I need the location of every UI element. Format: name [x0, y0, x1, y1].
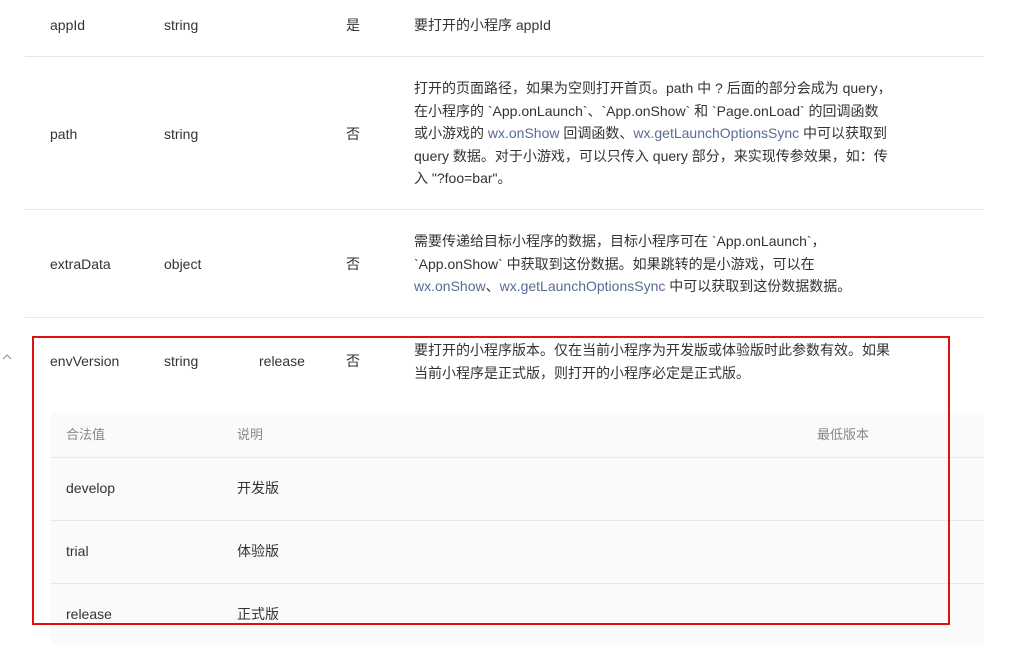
table-row-appid: appId string 是 要打开的小程序 appId [25, 0, 984, 57]
api-link-getlaunchoptionssync[interactable]: wx.getLaunchOptionsSync [633, 125, 799, 141]
header-desc: 说明 [237, 427, 264, 442]
enum-values-table: 合法值 说明 最低版本 develop 开发版 trial 体验版 releas… [50, 413, 984, 645]
api-link-getlaunchoptionssync[interactable]: wx.getLaunchOptionsSync [500, 278, 666, 294]
param-required: 否 [346, 256, 360, 272]
param-required: 否 [346, 126, 360, 142]
desc-text: 中可以获取到这份数据数据。 [665, 278, 852, 294]
param-type: string [164, 353, 199, 369]
desc-text: 、 [485, 278, 500, 294]
chevron-up-icon[interactable] [2, 351, 12, 365]
api-link-onshow[interactable]: wx.onShow [414, 278, 486, 294]
enum-table-header: 合法值 说明 最低版本 [50, 413, 984, 458]
param-type: string [164, 126, 199, 142]
header-value: 合法值 [66, 427, 106, 442]
enum-desc: 开发版 [237, 480, 279, 496]
param-desc: 要打开的小程序 appId [414, 17, 551, 33]
enum-desc: 体验版 [237, 543, 279, 559]
param-required: 否 [346, 353, 360, 369]
param-desc: 需要传递给目标小程序的数据，目标小程序可在 `App.onLaunch`，`Ap… [414, 230, 892, 298]
table-row: release 正式版 [50, 583, 984, 645]
param-desc: 要打开的小程序版本。仅在当前小程序为开发版或体验版时此参数有效。如果当前小程序是… [414, 342, 890, 381]
param-default: release [259, 353, 305, 369]
table-row: develop 开发版 [50, 457, 984, 521]
param-required: 是 [346, 17, 360, 33]
enum-value: develop [66, 480, 116, 496]
table-row-extradata: extraData object 否 需要传递给目标小程序的数据，目标小程序可在… [25, 210, 984, 318]
param-name: path [50, 126, 78, 142]
param-name: envVersion [50, 353, 120, 369]
api-link-onshow[interactable]: wx.onShow [488, 125, 560, 141]
param-desc: 打开的页面路径，如果为空则打开首页。path 中 ? 后面的部分会成为 quer… [414, 77, 892, 190]
header-min-version: 最低版本 [817, 427, 870, 442]
table-row-path: path string 否 打开的页面路径，如果为空则打开首页。path 中 ?… [25, 57, 984, 210]
enum-value: release [66, 606, 112, 622]
desc-text: 回调函数、 [559, 125, 634, 141]
param-name: extraData [50, 256, 111, 272]
param-type: string [164, 17, 199, 33]
param-name: appId [50, 17, 86, 33]
param-type: object [164, 256, 202, 272]
enum-desc: 正式版 [237, 606, 279, 622]
enum-value: trial [66, 543, 89, 559]
desc-text: 需要传递给目标小程序的数据，目标小程序可在 `App.onLaunch`，`Ap… [414, 233, 826, 272]
table-row: trial 体验版 [50, 520, 984, 584]
